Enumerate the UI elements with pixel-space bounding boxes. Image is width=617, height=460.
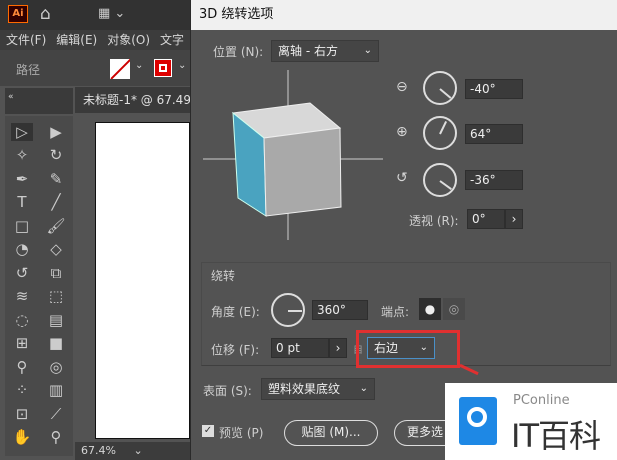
graph-tool-icon[interactable]: ▥ [49, 381, 63, 399]
angle-label: 角度 (E): [211, 305, 260, 319]
home-icon[interactable]: ⌂ [40, 4, 51, 24]
chevron-down-icon: ⌄ [363, 45, 372, 56]
mesh-tool-icon[interactable]: ⊞ [16, 334, 29, 352]
revolve-group-label: 绕转 [211, 269, 236, 283]
menu-bar: 文件(F) 编辑(E) 对象(O) 文字 [0, 30, 190, 50]
magic-wand-icon[interactable]: ✧ [16, 146, 29, 164]
watermark-logo: PConline IT百科 [445, 383, 617, 460]
surface-select[interactable]: 塑料效果底纹 ⌄ [261, 378, 375, 400]
rotate-z-icon: ↺ [396, 170, 408, 186]
rotate-y-icon: ⊕ [396, 124, 408, 140]
rotate-z-dial[interactable] [423, 163, 457, 197]
gradient-tool-icon[interactable]: ■ [49, 334, 63, 352]
lasso-icon[interactable]: ↻ [50, 146, 63, 164]
app-logo: Ai [8, 5, 28, 23]
cap-label: 端点: [381, 305, 410, 319]
paintbrush-icon[interactable]: 🖌 [46, 217, 65, 235]
type-tool-icon[interactable]: T [17, 193, 26, 211]
warp-tool-icon[interactable]: ≋ [16, 287, 29, 305]
eyedropper-icon[interactable]: ⚲ [17, 358, 28, 376]
rotate-x-dial[interactable] [423, 71, 457, 105]
pen-tool-icon[interactable]: ✒ [16, 170, 29, 188]
rectangle-tool-icon[interactable]: □ [15, 217, 29, 235]
position-label: 位置 (N): [213, 45, 264, 59]
offset-slider-button[interactable]: › [329, 338, 347, 358]
rotate-x-input[interactable]: -40° [465, 79, 523, 99]
magnifier-icon [459, 397, 497, 445]
tools-panel: ▷ ▶ ✧ ↻ ✒ ✎ T ╱ □ 🖌 ◔ ◇ ↺ ⧉ ≋ ⬚ ◌ ▤ ⊞ ■ ⚲ ◎ ⁘ ▥ ⊡ ⟋ ✋… [5, 116, 73, 456]
angle-input[interactable]: 360° [312, 300, 368, 320]
zoom-value[interactable]: 67.4% [81, 444, 116, 457]
perspective-slider-button[interactable]: › [505, 209, 523, 229]
rotate-x-icon: ⊖ [396, 79, 408, 95]
rotate-z-input[interactable]: -36° [465, 170, 523, 190]
toolbar-header: « [5, 88, 73, 114]
cap-off-button[interactable]: ◎ [443, 298, 465, 320]
blend-tool-icon[interactable]: ◎ [49, 358, 62, 376]
line-tool-icon[interactable]: ╱ [51, 193, 60, 211]
preview-checkbox[interactable]: ✓ [202, 425, 214, 437]
workspace-layout-icon[interactable]: ▦ ⌄ [98, 6, 125, 21]
selection-tool-icon[interactable]: ▷ [11, 122, 33, 141]
preview-label: 预览 (P) [219, 426, 264, 440]
hand-tool-icon[interactable]: ✋ [13, 428, 32, 446]
scale-tool-icon[interactable]: ⧉ [51, 264, 62, 282]
surface-label: 表面 (S): [203, 384, 252, 398]
artboard[interactable] [95, 122, 190, 439]
dialog-title: 3D 绕转选项 [191, 0, 617, 30]
artboard-tool-icon[interactable]: ⊡ [16, 405, 29, 423]
cube-preview[interactable] [203, 70, 393, 245]
chevron-down-icon: ⌄ [359, 383, 368, 394]
surface-value: 塑料效果底纹 [268, 382, 341, 396]
shaper-tool-icon[interactable]: ◔ [15, 240, 28, 258]
shape-builder-icon[interactable]: ◌ [15, 311, 28, 329]
free-transform-icon[interactable]: ⬚ [49, 287, 63, 305]
position-value: 离轴 - 右方 [278, 44, 338, 58]
curvature-tool-icon[interactable]: ✎ [50, 170, 63, 188]
direct-selection-tool-icon[interactable]: ▶ [50, 123, 62, 141]
rotate-tool-icon[interactable]: ↺ [16, 264, 29, 282]
watermark-brand: PConline [513, 393, 570, 408]
fill-swatch[interactable] [110, 59, 130, 79]
selection-type-label: 路径 [16, 63, 41, 77]
zoom-tool-icon[interactable]: ⚲ [51, 428, 62, 446]
perspective-label: 透视 (R): [409, 214, 459, 228]
highlight-box [356, 330, 460, 368]
symbol-sprayer-icon[interactable]: ⁘ [16, 381, 29, 399]
angle-dial[interactable] [271, 293, 305, 327]
chevron-down-icon[interactable]: ⌄ [178, 60, 186, 71]
menu-object[interactable]: 对象(O) [107, 30, 150, 50]
perspective-input[interactable]: 0° [467, 209, 505, 229]
chevron-down-icon[interactable]: ⌄ [135, 60, 143, 71]
menu-type[interactable]: 文字 [160, 30, 184, 50]
menu-file[interactable]: 文件(F) [6, 30, 46, 50]
app-title-bar: Ai ⌂ ▦ ⌄ [0, 0, 190, 30]
cap-on-button[interactable]: ● [419, 298, 441, 320]
perspective-grid-icon[interactable]: ▤ [49, 311, 63, 329]
cube-front-face [263, 127, 342, 217]
slice-tool-icon[interactable]: ⟋ [51, 405, 62, 423]
eraser-icon[interactable]: ◇ [50, 240, 62, 258]
offset-label: 位移 (F): [211, 343, 260, 357]
menu-edit[interactable]: 编辑(E) [56, 30, 97, 50]
document-tab[interactable]: 未标题-1* @ 67.49 [75, 87, 190, 113]
offset-input[interactable]: 0 pt [271, 338, 329, 358]
position-select[interactable]: 离轴 - 右方 ⌄ [271, 40, 379, 62]
rotate-y-dial[interactable] [423, 116, 457, 150]
control-bar: 路径 ⌄ ⌄ [0, 50, 190, 86]
stroke-swatch[interactable] [154, 59, 172, 77]
watermark-name: IT百科 [511, 417, 601, 455]
rotate-y-input[interactable]: 64° [465, 124, 523, 144]
zoom-level[interactable]: 67.4% ⌄ [75, 442, 190, 460]
map-button[interactable]: 贴图 (M)... [284, 420, 378, 446]
